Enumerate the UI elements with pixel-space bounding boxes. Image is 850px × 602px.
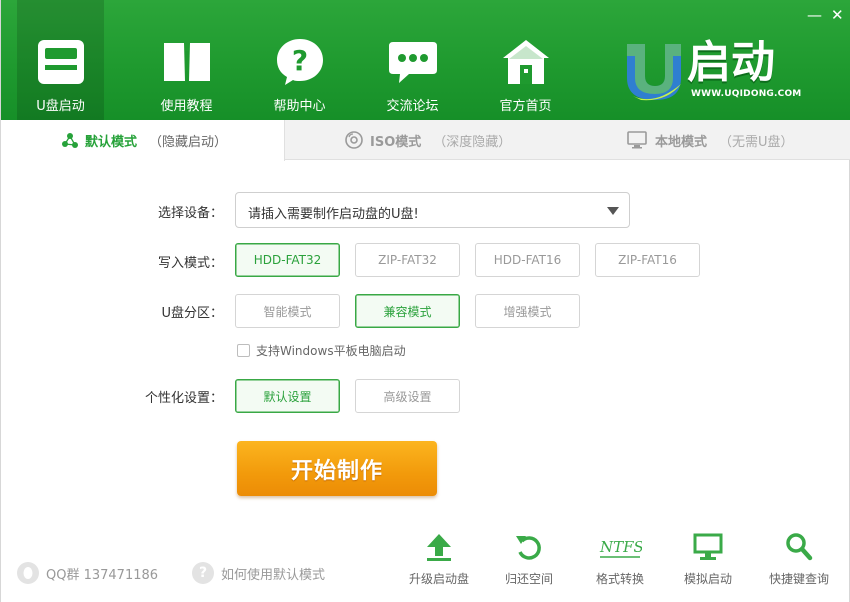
upload-arrow-icon	[425, 530, 453, 564]
tab-sublabel: （无需U盘）	[719, 134, 794, 150]
minimize-button[interactable]: —	[807, 6, 822, 24]
chat-bubble-icon	[387, 37, 439, 87]
home-icon	[501, 37, 551, 87]
tab-sublabel: （深度隐藏）	[433, 134, 512, 150]
simulate-boot-tool[interactable]: 模拟启动	[668, 530, 748, 587]
checkbox-label: 支持Windows平板电脑启动	[256, 344, 406, 358]
question-icon: ?	[192, 562, 214, 584]
hotkey-query-tool[interactable]: 快捷键查询	[759, 530, 839, 587]
app-window: U盘启动 使用教程 ? 帮助中心 交流论坛 官方首页 — ✕ 启动 WWW.UQ…	[0, 0, 850, 602]
howto-text: 如何使用默认模式	[221, 567, 326, 583]
qq-penguin-icon	[17, 562, 39, 584]
device-label: 选择设备：	[157, 206, 223, 221]
tab-sublabel: （隐藏启动）	[149, 135, 228, 150]
monitor-icon	[627, 131, 647, 149]
monitor-icon	[693, 530, 723, 564]
upgrade-boot-disk-tool[interactable]: 升级启动盘	[399, 530, 479, 587]
partition-compatible-mode[interactable]: 兼容模式	[355, 294, 460, 328]
format-convert-tool[interactable]: NTFS 格式转换	[580, 530, 660, 587]
qq-group-link[interactable]: QQ群 137471186	[17, 562, 158, 584]
share-nodes-icon	[62, 132, 78, 148]
device-select[interactable]: 请插入需要制作启动盘的U盘!	[235, 192, 630, 228]
nav-label: U盘启动	[36, 99, 85, 114]
close-button[interactable]: ✕	[831, 6, 844, 24]
logo-text: 启动	[687, 37, 775, 88]
custom-settings-label: 个性化设置：	[144, 391, 223, 406]
svg-text:NTFS: NTFS	[599, 538, 642, 556]
custom-default-settings[interactable]: 默认设置	[235, 379, 340, 413]
main-nav: U盘启动 使用教程 ? 帮助中心 交流论坛 官方首页	[17, 0, 582, 120]
nav-label: 帮助中心	[273, 99, 326, 114]
partition-label: U盘分区：	[161, 306, 223, 321]
tab-local-mode[interactable]: 本地模式 （无需U盘）	[627, 120, 794, 160]
nav-homepage[interactable]: 官方首页	[469, 0, 582, 120]
nav-label: 官方首页	[499, 99, 552, 114]
tool-label: 升级启动盘	[408, 572, 469, 586]
chevron-down-icon	[607, 207, 619, 215]
header-bar: U盘启动 使用教程 ? 帮助中心 交流论坛 官方首页 — ✕ 启动 WWW.UQ…	[1, 0, 850, 120]
howto-link[interactable]: ? 如何使用默认模式	[192, 562, 325, 584]
partition-smart-mode[interactable]: 智能模式	[235, 294, 340, 328]
write-mode-hdd-fat32[interactable]: HDD-FAT32	[235, 243, 340, 277]
write-mode-zip-fat32[interactable]: ZIP-FAT32	[355, 243, 460, 277]
partition-enhanced-mode[interactable]: 增强模式	[475, 294, 580, 328]
tab-label: 默认模式	[85, 135, 138, 150]
restore-icon	[515, 530, 543, 564]
svg-text:?: ?	[291, 44, 307, 77]
restore-space-tool[interactable]: 归还空间	[489, 530, 569, 587]
tab-label: 本地模式	[655, 134, 708, 150]
nav-label: 交流论坛	[386, 99, 439, 114]
write-mode-zip-fat16[interactable]: ZIP-FAT16	[595, 243, 700, 277]
write-mode-hdd-fat16[interactable]: HDD-FAT16	[475, 243, 580, 277]
tab-label: ISO模式	[370, 134, 422, 150]
logo-site: WWW.UQIDONG.COM	[691, 89, 802, 99]
device-select-value: 请插入需要制作启动盘的U盘!	[248, 207, 419, 222]
nav-forum[interactable]: 交流论坛	[356, 0, 469, 120]
ntfs-icon: NTFS	[598, 530, 642, 564]
tool-label: 快捷键查询	[768, 572, 829, 586]
search-icon	[785, 530, 813, 564]
nav-usb-boot[interactable]: U盘启动	[17, 0, 104, 120]
nav-tutorial[interactable]: 使用教程	[130, 0, 243, 120]
write-mode-label: 写入模式：	[157, 256, 223, 271]
nav-help-center[interactable]: ? 帮助中心	[243, 0, 356, 120]
nav-label: 使用教程	[160, 99, 213, 114]
tool-label: 格式转换	[595, 572, 644, 586]
tab-iso-mode[interactable]: ISO模式 （深度隐藏）	[344, 120, 511, 160]
disc-icon	[345, 131, 363, 149]
tab-default-mode[interactable]: 默认模式 （隐藏启动）	[1, 120, 285, 161]
mode-tabs: 默认模式 （隐藏启动） ISO模式 （深度隐藏） 本地模式 （无需U盘）	[1, 120, 850, 161]
help-bubble-icon: ?	[275, 37, 325, 87]
start-button-label: 开始制作	[290, 458, 383, 484]
qq-group-text: QQ群 137471186	[46, 567, 159, 583]
tool-label: 模拟启动	[683, 572, 732, 586]
usb-drive-icon	[36, 37, 86, 87]
custom-advanced-settings[interactable]: 高级设置	[355, 379, 460, 413]
tool-label: 归还空间	[504, 572, 553, 586]
tablet-boot-checkbox[interactable]: 支持Windows平板电脑启动	[237, 342, 406, 359]
checkbox-box[interactable]	[237, 344, 250, 357]
start-make-button[interactable]: 开始制作	[237, 441, 437, 496]
book-icon	[162, 37, 212, 87]
